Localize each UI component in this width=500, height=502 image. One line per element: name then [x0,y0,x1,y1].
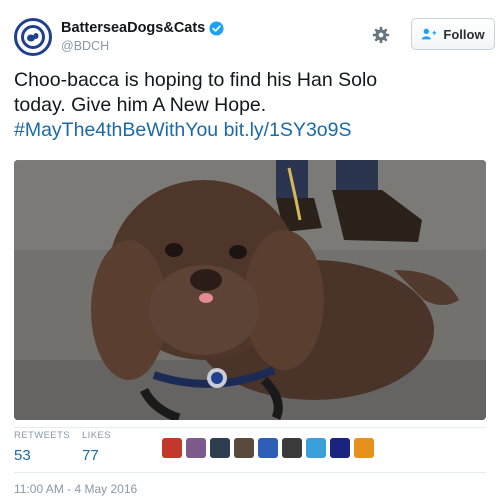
hashtag-link[interactable]: #MayThe4thBeWithYou [14,119,218,141]
display-name-row[interactable]: BatterseaDogs&Cats [61,20,224,36]
liker-avatar-2[interactable] [186,438,206,458]
liker-avatar-8[interactable] [330,438,350,458]
liker-avatars [162,438,374,458]
likes-label: LIKES [82,430,111,441]
follow-button-label: Follow [443,26,485,42]
tweet-timestamp[interactable]: 11:00 AM - 4 May 2016 [14,482,137,496]
retweets-stat[interactable]: RETWEETS 53 [14,430,70,464]
account-names[interactable]: BatterseaDogs&Cats @BDCH [61,20,224,53]
liker-avatar-3[interactable] [210,438,230,458]
tweet-header: BatterseaDogs&Cats @BDCH Follow [14,14,495,58]
short-url-link[interactable]: bit.ly/1SY3o9S [224,119,352,141]
account-avatar[interactable] [14,18,52,56]
account-handle[interactable]: @BDCH [61,39,224,53]
verified-badge-icon [209,20,224,36]
tweet-text: Choo-bacca is hoping to find his Han Sol… [14,68,486,143]
liker-avatar-7[interactable] [306,438,326,458]
add-user-icon [422,28,437,40]
tweet-stats: RETWEETS 53 LIKES 77 [14,430,486,468]
stats-divider-bottom [14,472,486,473]
display-name[interactable]: BatterseaDogs&Cats [61,20,205,36]
likes-count[interactable]: 77 [82,447,111,464]
tweet-text-line-1: Choo-bacca is hoping to find his Han Sol… [14,69,378,91]
likes-stat[interactable]: LIKES 77 [82,430,111,464]
tweet-text-line-2: today. Give him A New Hope. [14,94,267,116]
tweet-links-line: #MayThe4thBeWithYou bit.ly/1SY3o9S [14,118,486,143]
dog-photo [14,160,486,420]
paw-logo-icon [21,25,45,49]
liker-avatar-6[interactable] [282,438,302,458]
tweet-photo[interactable] [14,160,486,420]
liker-avatar-1[interactable] [162,438,182,458]
liker-avatar-9[interactable] [354,438,374,458]
gear-icon[interactable] [372,26,390,44]
liker-avatar-5[interactable] [258,438,278,458]
stats-divider-top [14,427,486,428]
liker-avatar-4[interactable] [234,438,254,458]
follow-button[interactable]: Follow [411,18,495,50]
retweets-label: RETWEETS [14,430,70,441]
retweets-count[interactable]: 53 [14,447,70,464]
